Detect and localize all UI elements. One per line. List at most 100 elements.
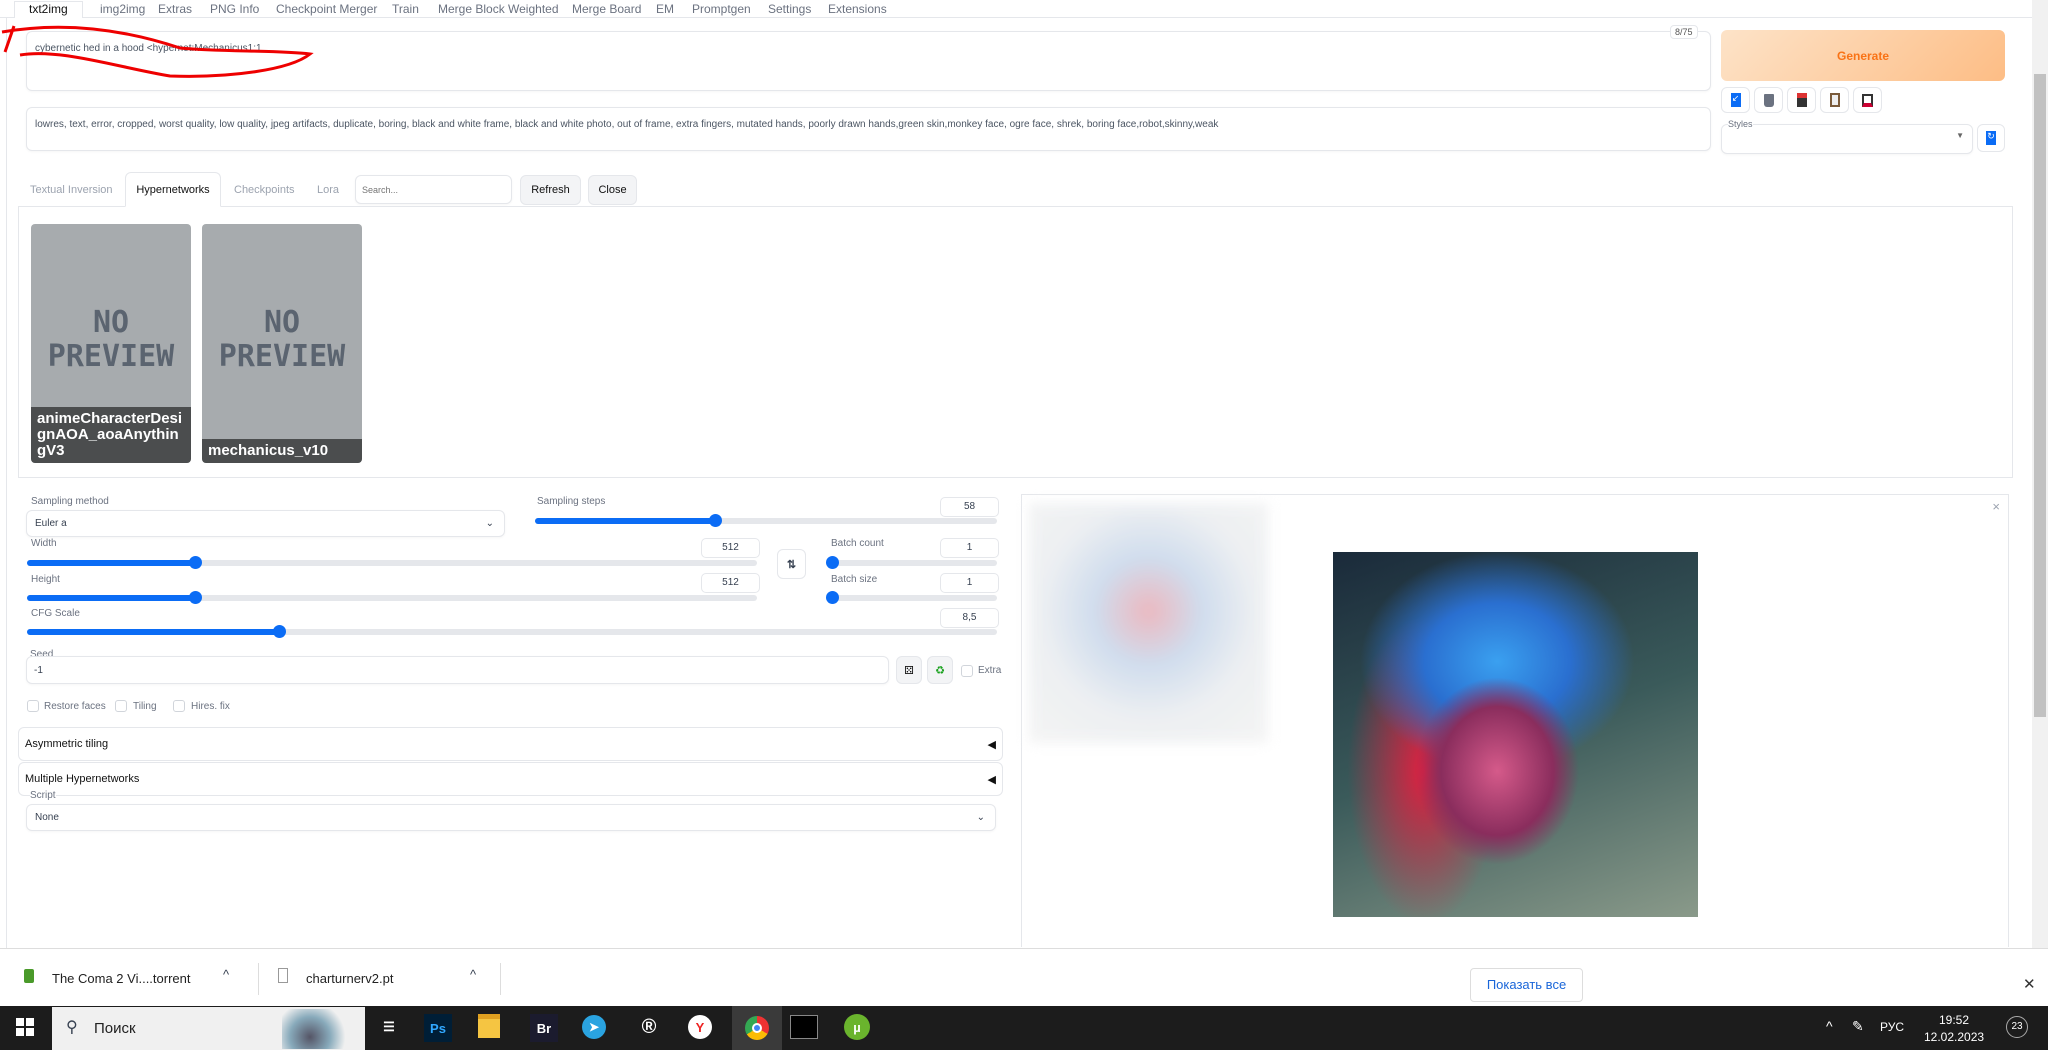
scrollbar-thumb[interactable] [2034, 74, 2046, 717]
yandex-browser-icon[interactable]: Y [688, 1015, 712, 1039]
bridge-icon[interactable]: Br [530, 1014, 558, 1042]
tab-checkpoints[interactable]: Checkpoints [234, 184, 295, 196]
show-all-downloads-button[interactable]: Показать все [1470, 968, 1583, 1002]
height-slider[interactable] [27, 591, 757, 604]
language-indicator[interactable]: РУС [1880, 1020, 1904, 1034]
close-icon[interactable]: × [1992, 499, 2000, 514]
photoshop-icon[interactable]: Ps [424, 1014, 452, 1042]
restore-faces-label: Restore faces [44, 701, 106, 712]
output-gallery: × [1021, 494, 2009, 947]
network-card[interactable]: NO PREVIEW mechanicus_v10 [202, 224, 362, 463]
width-slider[interactable] [27, 556, 757, 569]
slider-handle[interactable] [826, 591, 839, 604]
save-style-button[interactable] [1853, 87, 1882, 113]
refresh-styles-button[interactable]: ↻ [1977, 124, 2005, 152]
random-seed-button[interactable]: ⚄ [896, 656, 922, 684]
slider-handle[interactable] [188, 591, 202, 604]
read-params-button[interactable]: ↙ [1721, 87, 1750, 113]
slider-fill [535, 518, 716, 524]
tab-img2img[interactable]: img2img [100, 2, 145, 16]
tab-lora[interactable]: Lora [317, 184, 339, 196]
pen-icon[interactable]: ✎ [1852, 1018, 1864, 1035]
tray-chevron-up-icon[interactable]: ^ [1826, 1018, 1833, 1034]
tab-extensions[interactable]: Extensions [828, 2, 887, 16]
clear-prompt-button[interactable] [1754, 87, 1783, 113]
restore-faces-checkbox[interactable] [27, 700, 39, 712]
sampling-steps-label: Sampling steps [537, 496, 606, 507]
chrome-taskbar-button[interactable] [732, 1006, 782, 1050]
width-input[interactable]: 512 [701, 538, 760, 558]
tab-em[interactable]: EM [656, 2, 674, 16]
chevron-up-icon[interactable]: ^ [470, 967, 476, 982]
height-input[interactable]: 512 [701, 573, 760, 593]
task-view-icon[interactable]: ☰ [372, 1010, 406, 1044]
windows-start-icon[interactable] [16, 1018, 34, 1036]
tiling-checkbox[interactable] [115, 700, 127, 712]
seed-input[interactable]: -1 [26, 656, 889, 684]
tab-merge-block-weighted[interactable]: Merge Block Weighted [438, 2, 559, 16]
show-extra-networks-button[interactable] [1787, 87, 1816, 113]
cfg-scale-input[interactable]: 8,5 [940, 608, 999, 628]
terminal-icon[interactable] [790, 1015, 818, 1039]
tab-hypernetworks[interactable]: Hypernetworks [125, 172, 221, 207]
sampling-steps-slider[interactable] [535, 514, 997, 527]
bridge-label: Br [536, 1020, 552, 1036]
slider-fill [27, 595, 195, 601]
close-networks-button[interactable]: Close [588, 175, 637, 205]
tab-checkpoint-merger[interactable]: Checkpoint Merger [276, 2, 377, 16]
sampling-steps-input[interactable]: 58 [940, 497, 999, 517]
app-icon[interactable]: ® [632, 1010, 666, 1044]
multiple-hypernetworks-accordion[interactable]: Multiple Hypernetworks ◀ [18, 762, 1003, 796]
download-bar: The Coma 2 Vi....torrent ^ charturnerv2.… [0, 948, 2048, 1006]
asymmetric-tiling-accordion[interactable]: Asymmetric tiling ◀ [18, 727, 1003, 761]
negative-prompt-input[interactable]: lowres, text, error, cropped, worst qual… [26, 107, 1711, 151]
red-annotation [1, 25, 314, 78]
sampling-method-label: Sampling method [31, 496, 109, 507]
accordion-title: Multiple Hypernetworks [25, 773, 140, 785]
telegram-icon[interactable]: ➤ [582, 1015, 606, 1039]
hires-fix-checkbox[interactable] [173, 700, 185, 712]
chevron-up-icon[interactable]: ^ [223, 967, 229, 982]
extra-seed-checkbox[interactable] [961, 665, 973, 677]
batch-size-input[interactable]: 1 [940, 573, 999, 593]
tab-promptgen[interactable]: Promptgen [692, 2, 751, 16]
tab-textual-inversion[interactable]: Textual Inversion [30, 184, 113, 196]
page-scrollbar[interactable] [2032, 0, 2048, 948]
clock[interactable]: 19:52 12.02.2023 [1924, 1012, 1984, 1046]
tab-txt2img[interactable]: txt2img [14, 1, 83, 18]
styles-dropdown[interactable]: Styles ▼ [1721, 119, 1973, 154]
file-explorer-icon[interactable] [478, 1014, 500, 1038]
tab-extras[interactable]: Extras [158, 2, 192, 16]
network-card[interactable]: NO PREVIEW animeCharacterDesignAOA_aoaAn… [31, 224, 191, 463]
sampling-method-select[interactable]: Euler a ⌄ [26, 510, 505, 537]
notifications-icon[interactable]: 23 [2006, 1016, 2028, 1038]
slider-handle[interactable] [826, 556, 839, 569]
utorrent-icon[interactable]: µ [844, 1014, 870, 1040]
divider [500, 963, 501, 995]
batch-size-slider[interactable] [826, 591, 997, 604]
batch-count-slider[interactable] [826, 556, 997, 569]
photoshop-label: Ps [430, 1020, 446, 1036]
tab-png-info[interactable]: PNG Info [210, 2, 259, 16]
networks-search-input[interactable] [355, 175, 512, 204]
taskbar-search-box[interactable]: ⚲ Поиск [52, 1007, 365, 1050]
trash-icon [1763, 93, 1774, 107]
download-item-name[interactable]: charturnerv2.pt [306, 971, 393, 986]
download-item-name[interactable]: The Coma 2 Vi....torrent [52, 971, 191, 986]
generate-button[interactable]: Generate [1721, 30, 2005, 81]
batch-count-input[interactable]: 1 [940, 538, 999, 558]
tab-settings[interactable]: Settings [768, 2, 811, 16]
refresh-networks-button[interactable]: Refresh [520, 175, 581, 205]
script-select[interactable]: None ⌄ [26, 804, 996, 831]
cfg-scale-slider[interactable] [27, 625, 997, 638]
slider-fill [27, 629, 280, 635]
tab-train[interactable]: Train [392, 2, 419, 16]
generated-image[interactable] [1333, 552, 1698, 917]
tab-merge-board[interactable]: Merge Board [572, 2, 641, 16]
swap-dimensions-button[interactable]: ⇅ [777, 549, 806, 579]
close-download-bar-icon[interactable]: ✕ [2023, 975, 2036, 993]
slider-handle[interactable] [188, 556, 202, 569]
reuse-seed-button[interactable]: ♻ [927, 656, 953, 684]
gallery-thumbnail[interactable] [1029, 503, 1268, 743]
apply-style-button[interactable] [1820, 87, 1849, 113]
